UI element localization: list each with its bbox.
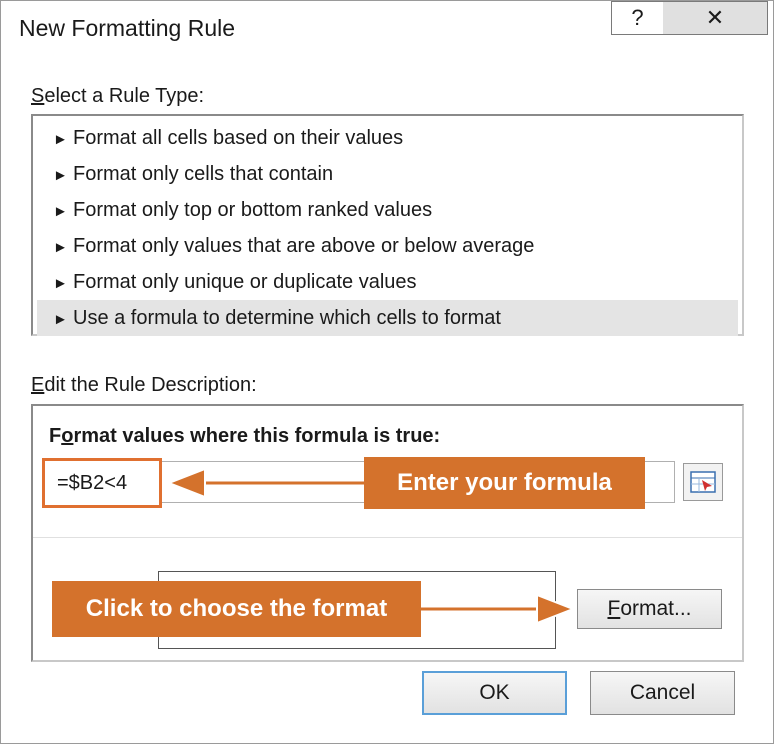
callout-arrows	[166, 467, 576, 625]
new-formatting-rule-dialog: New Formatting Rule ? ✕ Select a Rule Ty…	[0, 0, 774, 744]
ok-button[interactable]: OK	[422, 671, 567, 715]
cancel-button[interactable]: Cancel	[590, 671, 735, 715]
format-callout-arrow	[421, 593, 576, 625]
formula-callout-arrow	[166, 467, 364, 499]
